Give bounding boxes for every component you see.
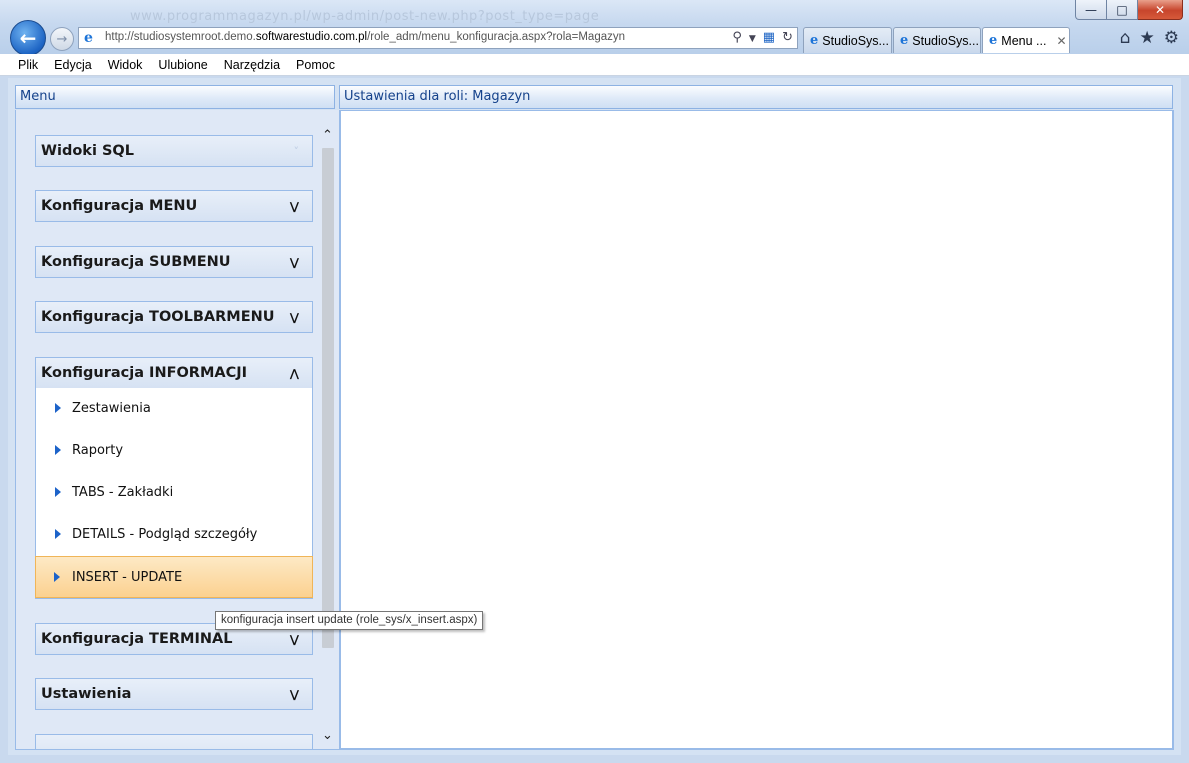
ghost-title-url: www.programmagazyn.pl/wp-admin/post-new.… [130,9,600,24]
settings-gear-icon[interactable]: ⚙ [1164,28,1179,48]
address-bar[interactable]: e http://studiosystemroot.demo.softwares… [78,27,798,49]
ie-tab-icon: e [900,33,909,48]
expand-chevron-icon[interactable]: ⋁ [290,302,299,333]
back-button[interactable]: ← [10,20,46,56]
maximize-button[interactable]: □ [1107,0,1138,20]
section-header[interactable]: Konfiguracja SUBMENU ⋁ [36,247,312,277]
menu-panel-title: Menu [15,85,335,109]
menu-scrollbar[interactable]: ⌃ ⌄ [319,126,336,746]
expand-chevron-icon[interactable]: ⋁ [290,679,299,710]
menu-item-insert-update[interactable]: INSERT - UPDATE [35,556,313,598]
menu-plik[interactable]: Plik [10,58,46,72]
section-title: Konfiguracja TOOLBARMENU [41,309,275,325]
address-tools: ⚲ ▼ ▦ ↻ [732,30,793,48]
scroll-down-icon[interactable]: ⌄ [319,726,336,746]
section-widoki-sql[interactable]: Widoki SQL ˅ [35,135,313,167]
menu-edycja[interactable]: Edycja [46,58,100,72]
scroll-thumb[interactable] [322,148,334,648]
arrow-right-icon [55,487,61,497]
url-suffix: /role_adm/menu_konfiguracja.aspx?rola=Ma… [367,31,626,43]
section-header[interactable]: Ustawienia ⋁ [36,679,312,709]
window-controls: — □ ✕ [1075,0,1183,20]
section-header[interactable]: Widoki SQL ˅ [36,136,312,166]
section-title: Konfiguracja INFORMACJI [41,365,248,381]
section-title: Widoki SQL [41,143,134,159]
tab-label: StudioSys... [822,33,889,48]
browser-titlebar: www.programmagazyn.pl/wp-admin/post-new.… [0,0,1189,56]
back-arrow-icon: ← [19,26,37,50]
refresh-icon[interactable]: ↻ [782,30,793,48]
menu-item-zestawienia[interactable]: Zestawienia [36,388,312,430]
menu-panel: Widoki SQL ˅ Konfiguracja MENU ⋁ Konfigu… [15,110,341,750]
section-title: Konfiguracja TERMINAL [41,631,233,647]
tab-studiosys-2[interactable]: e StudioSys... [893,27,981,53]
tab-menu[interactable]: e Menu ... ✕ [982,27,1070,53]
arrow-right-icon [54,572,60,582]
section-header[interactable] [36,735,312,749]
close-button[interactable]: ✕ [1138,0,1183,20]
menu-item-label: DETAILS - Podgląd szczegóły [72,527,258,542]
section-konfiguracja-menu[interactable]: Konfiguracja MENU ⋁ [35,190,313,222]
arrow-right-icon [55,445,61,455]
menu-item-label: Raporty [72,443,124,458]
browser-tools: ⌂ ★ ⚙ [1120,28,1179,48]
menu-item-label: TABS - Zakładki [72,485,174,500]
settings-panel-title: Ustawienia dla roli: Magazyn [339,85,1173,109]
expand-chevron-icon[interactable]: ⋁ [290,247,299,278]
forward-button[interactable]: → [50,27,74,51]
menu-item-label: INSERT - UPDATE [72,570,183,585]
arrow-right-icon [55,403,61,413]
section-title: Konfiguracja MENU [41,198,198,214]
search-icon[interactable]: ⚲ [732,30,742,48]
ie-tab-icon: e [810,33,819,48]
section-header[interactable]: Konfiguracja TOOLBARMENU ⋁ [36,302,312,332]
menu-narzedzia[interactable]: Narzędzia [216,58,288,72]
menu-ulubione[interactable]: Ulubione [150,58,215,72]
dropdown-icon[interactable]: ▼ [749,30,756,48]
url-domain: softwarestudio.com.pl [255,31,368,43]
menu-pomoc[interactable]: Pomoc [288,58,343,72]
section-partial[interactable] [35,734,313,749]
tab-label: StudioSys... [912,33,979,48]
menu-item-details[interactable]: DETAILS - Podgląd szczegóły [36,514,312,556]
ie-tab-icon: e [989,33,998,48]
section-konfiguracja-toolbarmenu[interactable]: Konfiguracja TOOLBARMENU ⋁ [35,301,313,333]
tab-label: Menu ... [1001,33,1047,48]
section-ustawienia[interactable]: Ustawienia ⋁ [35,678,313,710]
expand-chevron-icon[interactable]: ˅ [294,136,299,167]
collapse-chevron-icon[interactable]: ⋀ [290,358,299,389]
favorites-star-icon[interactable]: ★ [1140,28,1155,48]
tab-studiosys-1[interactable]: e StudioSys... [803,27,892,53]
section-title: Ustawienia [41,686,132,702]
menu-item-tabs[interactable]: TABS - Zakładki [36,472,312,514]
scroll-up-icon[interactable]: ⌃ [319,126,336,146]
item-tooltip: konfiguracja insert update (role_sys/x_i… [215,611,484,630]
menu-item-label: Zestawienia [72,401,151,416]
compatibility-view-icon[interactable]: ▦ [763,30,775,48]
menu-bar: Plik Edycja Widok Ulubione Narzędzia Pom… [0,54,1189,76]
section-title: Konfiguracja SUBMENU [41,254,231,270]
home-icon[interactable]: ⌂ [1120,28,1131,48]
close-tab-icon[interactable]: ✕ [1056,34,1066,48]
address-url[interactable]: http://studiosystemroot.demo.softwarestu… [105,31,625,43]
section-konfiguracja-informacji[interactable]: Konfiguracja INFORMACJI ⋀ Zestawienia Ra… [35,357,313,599]
forward-arrow-icon: → [56,31,68,47]
expand-chevron-icon[interactable]: ⋁ [290,191,299,222]
url-prefix: http://studiosystemroot.demo. [105,31,256,43]
arrow-right-icon [55,529,61,539]
menu-item-raporty[interactable]: Raporty [36,430,312,472]
minimize-button[interactable]: — [1075,0,1107,20]
section-header[interactable]: Konfiguracja INFORMACJI ⋀ [36,358,312,388]
settings-content-area [339,110,1174,750]
section-konfiguracja-submenu[interactable]: Konfiguracja SUBMENU ⋁ [35,246,313,278]
section-header[interactable]: Konfiguracja MENU ⋁ [36,191,312,221]
ie-page-icon: e [84,30,93,46]
menu-widok[interactable]: Widok [100,58,151,72]
